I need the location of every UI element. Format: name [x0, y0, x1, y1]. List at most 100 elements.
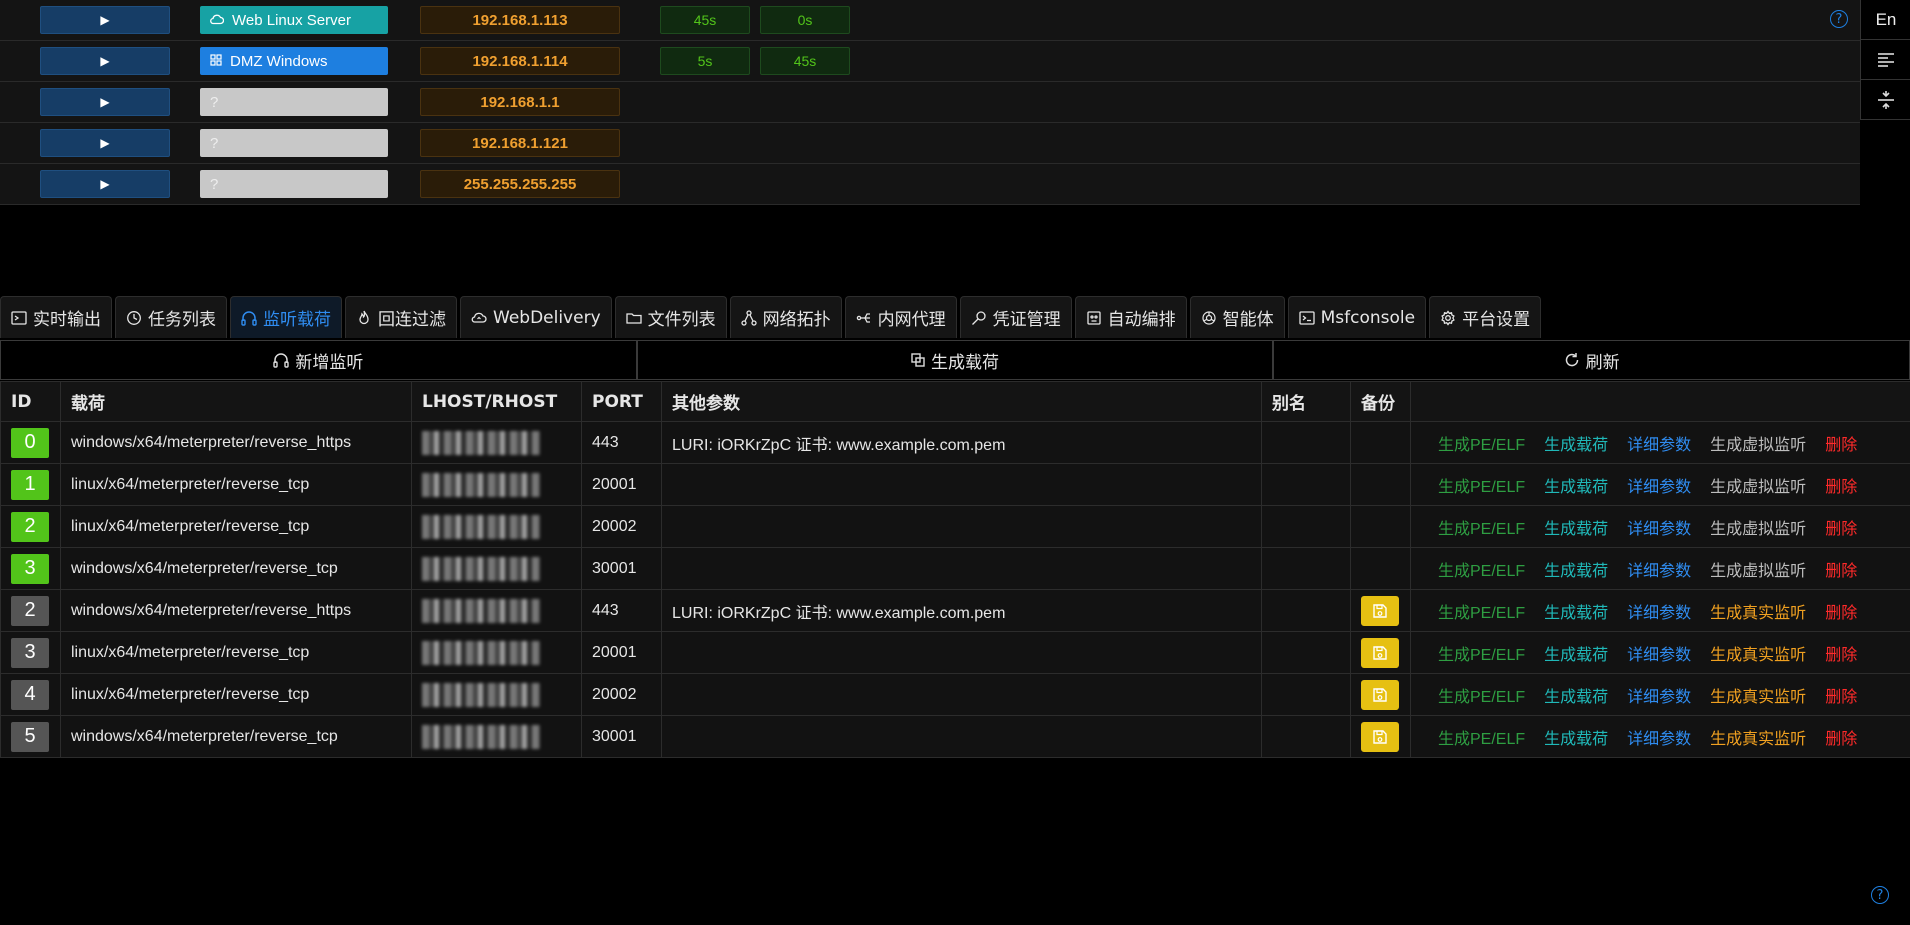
- tab-5[interactable]: WebDelivery: [460, 296, 612, 338]
- expand-button[interactable]: ▶: [40, 47, 170, 75]
- detail-params-link[interactable]: 详细参数: [1627, 647, 1691, 664]
- generate-pe-elf-link[interactable]: 生成PE/ELF: [1438, 647, 1525, 664]
- table-row: 4 linux/x64/meterpreter/reverse_tcp 20002 生…: [0, 673, 1910, 716]
- host-name[interactable]: ?: [200, 129, 388, 157]
- column-header: [1410, 381, 1910, 422]
- delete-link[interactable]: 删除: [1825, 605, 1857, 622]
- tab-2[interactable]: 任务列表: [115, 296, 227, 338]
- redacted-host: [422, 514, 540, 539]
- generate-real-listener-link[interactable]: 生成真实监听: [1710, 605, 1806, 622]
- host-ip[interactable]: 192.168.1.113: [420, 6, 620, 34]
- save-icon[interactable]: [1361, 637, 1399, 668]
- generate-real-listener-link[interactable]: 生成真实监听: [1710, 731, 1806, 748]
- tab-11[interactable]: 智能体: [1189, 296, 1285, 338]
- generate-pe-elf-link[interactable]: 生成PE/ELF: [1438, 479, 1525, 496]
- generate-payload-link[interactable]: 生成载荷: [1544, 647, 1608, 664]
- tab-12[interactable]: Msfconsole: [1287, 296, 1427, 338]
- heartbeat-badge: 0s: [760, 6, 850, 34]
- generate-pe-elf-link[interactable]: 生成PE/ELF: [1438, 731, 1525, 748]
- add-listener-button[interactable]: 新增监听: [0, 340, 637, 380]
- generate-payload-button[interactable]: 生成载荷: [636, 340, 1274, 380]
- tab-10[interactable]: 自动编排: [1074, 296, 1187, 338]
- expand-button[interactable]: ▶: [40, 6, 170, 34]
- detail-params-link[interactable]: 详细参数: [1627, 731, 1691, 748]
- expand-button[interactable]: ▶: [40, 88, 170, 116]
- tab-6[interactable]: 文件列表: [614, 296, 727, 338]
- generate-pe-elf-link[interactable]: 生成PE/ELF: [1438, 437, 1525, 454]
- help-icon[interactable]: ?: [1830, 10, 1848, 28]
- tab-label: 智能体: [1222, 310, 1274, 330]
- detail-params-link[interactable]: 详细参数: [1627, 563, 1691, 580]
- detail-params-link[interactable]: 详细参数: [1627, 479, 1691, 496]
- column-header: ID: [0, 381, 61, 422]
- host-name[interactable]: Web Linux Server: [200, 6, 388, 34]
- port-cell: 20001: [581, 631, 662, 674]
- delete-link[interactable]: 删除: [1825, 521, 1857, 538]
- tab-9[interactable]: 凭证管理: [959, 296, 1072, 338]
- tab-label: WebDelivery: [493, 307, 601, 328]
- params-cell: [661, 547, 1262, 590]
- generate-payload-link[interactable]: 生成载荷: [1544, 521, 1608, 538]
- detail-params-link[interactable]: 详细参数: [1627, 437, 1691, 454]
- generate-real-listener-link[interactable]: 生成真实监听: [1710, 647, 1806, 664]
- generate-virtual-listener-link[interactable]: 生成虚拟监听: [1710, 521, 1806, 538]
- host-ip[interactable]: 192.168.1.121: [420, 129, 620, 157]
- expand-button[interactable]: ▶: [40, 170, 170, 198]
- detail-params-link[interactable]: 详细参数: [1627, 605, 1691, 622]
- payload-cell: windows/x64/meterpreter/reverse_tcp: [60, 715, 412, 758]
- delete-link[interactable]: 删除: [1825, 437, 1857, 454]
- tab-4[interactable]: 回连过滤: [345, 296, 457, 338]
- generate-pe-elf-link[interactable]: 生成PE/ELF: [1438, 563, 1525, 580]
- table-row: 5 windows/x64/meterpreter/reverse_tcp 3000…: [0, 715, 1910, 758]
- generate-payload-link[interactable]: 生成载荷: [1544, 605, 1608, 622]
- tab-13[interactable]: 平台设置: [1429, 296, 1542, 338]
- host-name[interactable]: ?: [200, 88, 388, 116]
- port-cell: 20001: [581, 463, 662, 506]
- tab-1[interactable]: 实时输出: [0, 296, 112, 338]
- delete-link[interactable]: 删除: [1825, 479, 1857, 496]
- host-cell: [411, 547, 582, 590]
- generate-pe-elf-link[interactable]: 生成PE/ELF: [1438, 605, 1525, 622]
- tab-7[interactable]: 网络拓扑: [729, 296, 842, 338]
- ai-icon: [1201, 310, 1217, 326]
- host-ip[interactable]: 192.168.1.1: [420, 88, 620, 116]
- host-ip[interactable]: 192.168.1.114: [420, 47, 620, 75]
- generate-virtual-listener-link[interactable]: 生成虚拟监听: [1710, 437, 1806, 454]
- column-header: PORT: [581, 381, 662, 422]
- host-name[interactable]: DMZ Windows: [200, 47, 388, 75]
- host-ip[interactable]: 255.255.255.255: [420, 170, 620, 198]
- help-icon[interactable]: ?: [1871, 886, 1889, 904]
- tab-8[interactable]: 内网代理: [844, 296, 957, 338]
- refresh-button[interactable]: 刷新: [1273, 340, 1910, 380]
- expand-button[interactable]: ▶: [40, 129, 170, 157]
- terminal-icon: [11, 310, 27, 326]
- host-cell: [411, 421, 582, 464]
- generate-payload-link[interactable]: 生成载荷: [1544, 479, 1608, 496]
- split-icon[interactable]: [1861, 80, 1910, 120]
- detail-params-link[interactable]: 详细参数: [1627, 689, 1691, 706]
- save-icon[interactable]: [1361, 721, 1399, 752]
- heartbeat-badge: 45s: [760, 47, 850, 75]
- save-icon[interactable]: [1361, 679, 1399, 710]
- delete-link[interactable]: 删除: [1825, 689, 1857, 706]
- generate-pe-elf-link[interactable]: 生成PE/ELF: [1438, 689, 1525, 706]
- generate-virtual-listener-link[interactable]: 生成虚拟监听: [1710, 563, 1806, 580]
- delete-link[interactable]: 删除: [1825, 647, 1857, 664]
- generate-payload-link[interactable]: 生成载荷: [1544, 563, 1608, 580]
- host-cell: [411, 715, 582, 758]
- generate-payload-link[interactable]: 生成载荷: [1544, 437, 1608, 454]
- detail-params-link[interactable]: 详细参数: [1627, 521, 1691, 538]
- align-left-icon[interactable]: [1861, 40, 1910, 80]
- generate-pe-elf-link[interactable]: 生成PE/ELF: [1438, 521, 1525, 538]
- delete-link[interactable]: 删除: [1825, 563, 1857, 580]
- language-button[interactable]: En: [1861, 0, 1910, 40]
- host-cell: [411, 505, 582, 548]
- save-icon[interactable]: [1361, 595, 1399, 626]
- delete-link[interactable]: 删除: [1825, 731, 1857, 748]
- generate-real-listener-link[interactable]: 生成真实监听: [1710, 689, 1806, 706]
- generate-virtual-listener-link[interactable]: 生成虚拟监听: [1710, 479, 1806, 496]
- generate-payload-link[interactable]: 生成载荷: [1544, 689, 1608, 706]
- tab-3[interactable]: 监听载荷: [230, 296, 342, 338]
- host-name[interactable]: ?: [200, 170, 388, 198]
- generate-payload-link[interactable]: 生成载荷: [1544, 731, 1608, 748]
